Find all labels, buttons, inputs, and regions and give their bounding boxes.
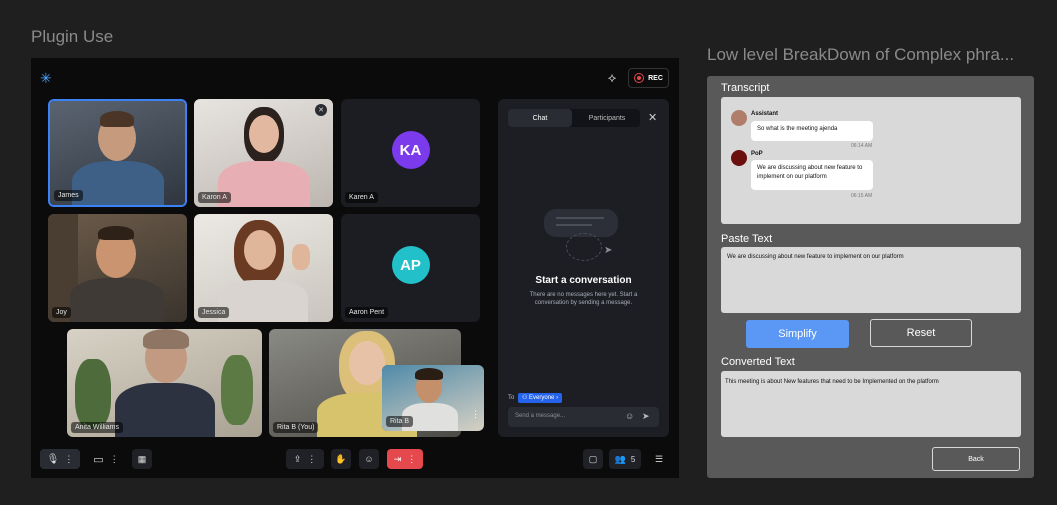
leave-call-button[interactable]: ⇥ ⋮ xyxy=(387,449,423,469)
back-button[interactable]: Back xyxy=(932,447,1020,471)
participant-count: 5 xyxy=(630,454,636,464)
video-tile-anita[interactable]: Anita Williams xyxy=(67,329,262,437)
participant-name: Karon A xyxy=(198,192,231,203)
leave-icon: ⇥ xyxy=(393,453,402,464)
participant-video xyxy=(194,214,333,322)
transcript-box: Assistant So what is the meeting ajenda … xyxy=(721,97,1021,224)
people-icon: 👥 xyxy=(614,453,626,464)
simplifier-panel: Transcript Assistant So what is the meet… xyxy=(707,76,1034,478)
avatar: AP xyxy=(391,246,430,284)
grid-effects-icon: ▦ xyxy=(137,453,147,464)
left-section-title: Plugin Use xyxy=(31,27,114,46)
avatar xyxy=(731,150,747,166)
more-vertical-icon: ⋮ xyxy=(109,453,119,464)
video-tile-jessica[interactable]: Jessica xyxy=(194,214,333,322)
empty-chat-illustration-icon: ➤ xyxy=(544,209,620,261)
participant-name: Aaron Pent xyxy=(345,307,389,318)
participant-name: Rita B (You) xyxy=(273,422,319,433)
menu-button[interactable]: ☰ xyxy=(649,449,669,469)
app-logo-icon: ✳ xyxy=(40,70,52,86)
chevron-right-icon: › xyxy=(554,395,559,401)
more-vertical-icon: ⋮ xyxy=(64,453,74,464)
participant-video xyxy=(67,329,262,437)
video-tile-james[interactable]: James xyxy=(48,99,187,207)
emoji-icon[interactable]: ☺ xyxy=(625,411,634,421)
empty-chat-description: There are no messages here yet. Start a … xyxy=(529,292,638,307)
tab-participants[interactable]: Participants xyxy=(574,109,640,127)
chat-icon: ▢ xyxy=(588,453,598,464)
camera-icon: ▭ xyxy=(93,453,104,466)
background-effects-button[interactable]: ▦ xyxy=(132,449,152,469)
mic-off-icon: 🎙 xyxy=(46,453,60,465)
converted-text-value: This meeting is about New features that … xyxy=(725,379,939,385)
video-tile-aaron[interactable]: AP Aaron Pent xyxy=(341,214,480,322)
reset-button[interactable]: Reset xyxy=(870,319,972,347)
chat-tabs: Chat Participants xyxy=(508,109,640,127)
record-icon xyxy=(634,73,645,83)
empty-chat-title: Start a conversation xyxy=(535,275,632,286)
send-icon[interactable]: ➤ xyxy=(642,411,650,422)
participant-name: Anita Williams xyxy=(71,422,123,433)
right-section-title: Low level BreakDown of Complex phra... xyxy=(707,45,1015,64)
video-tile-karon[interactable]: ✕ Karon A xyxy=(194,99,333,207)
participants-button[interactable]: 👥 5 xyxy=(609,449,641,469)
reactions-button[interactable]: ☺ xyxy=(359,449,379,469)
share-screen-button[interactable]: ⇪ ⋮ xyxy=(286,449,324,469)
video-tile-pip[interactable]: ⋮ Rita B xyxy=(382,365,484,431)
participant-name: Joy xyxy=(52,307,71,318)
people-icon: ⚇ xyxy=(522,395,530,401)
hand-icon: ✋ xyxy=(335,453,347,464)
camera-toggle-button[interactable]: ▭ ⋮ xyxy=(88,449,124,469)
paste-text-value: We are discussing about new feature to i… xyxy=(727,254,904,260)
layout-icon[interactable]: ⟡ xyxy=(604,70,620,86)
participant-name: James xyxy=(54,190,83,201)
more-vertical-icon: ⋮ xyxy=(307,453,317,464)
paste-text-label: Paste Text xyxy=(721,233,773,245)
participant-name: Karen A xyxy=(345,192,378,203)
share-screen-icon: ⇪ xyxy=(293,453,302,464)
converted-text-label: Converted Text xyxy=(721,356,795,368)
avatar xyxy=(731,110,747,126)
more-vertical-icon: ⋮ xyxy=(407,453,417,464)
to-label: To xyxy=(508,395,515,401)
transcript-label: Transcript xyxy=(721,82,770,94)
recipient-dropdown[interactable]: ⚇ Everyone › xyxy=(518,393,563,403)
participant-name: Rita B xyxy=(386,416,414,427)
tab-chat[interactable]: Chat xyxy=(508,109,572,127)
message-input[interactable]: Send a message... ☺ ➤ xyxy=(508,407,659,427)
message-input-placeholder: Send a message... xyxy=(515,413,566,419)
message-sender: PoP xyxy=(751,151,763,157)
message-time: 06:14 AM xyxy=(851,143,873,149)
converted-text-output: This meeting is about New features that … xyxy=(721,371,1021,437)
chat-toggle-button[interactable]: ▢ xyxy=(583,449,603,469)
hamburger-icon: ☰ xyxy=(654,453,664,464)
video-tile-karen[interactable]: KA Karen A xyxy=(341,99,480,207)
simplify-button[interactable]: Simplify xyxy=(746,320,849,348)
record-button[interactable]: REC xyxy=(628,68,669,88)
mic-toggle-button[interactable]: 🎙 ⋮ xyxy=(40,449,80,469)
muted-mic-icon: ✕ xyxy=(315,104,327,116)
participant-video xyxy=(194,99,333,207)
close-icon[interactable]: ✕ xyxy=(648,111,657,124)
message-bubble: So what is the meeting ajenda xyxy=(751,121,873,141)
record-label: REC xyxy=(648,74,663,82)
chat-panel: Chat Participants ✕ ➤ Start a conversati… xyxy=(498,99,669,437)
message-sender: Assistant xyxy=(751,111,779,117)
more-vertical-icon[interactable]: ⋮ xyxy=(471,409,480,420)
message-time: 06:15 AM xyxy=(851,193,873,199)
participant-video xyxy=(48,214,187,322)
paste-text-input[interactable]: We are discussing about new feature to i… xyxy=(721,247,1021,313)
recipient-label: Everyone xyxy=(529,395,555,401)
raise-hand-button[interactable]: ✋ xyxy=(331,449,351,469)
avatar: KA xyxy=(391,131,430,169)
smiley-icon: ☺ xyxy=(364,454,374,464)
video-tile-joy[interactable]: Joy xyxy=(48,214,187,322)
message-bubble: We are discussing about new feature to i… xyxy=(751,160,873,190)
participant-name: Jessica xyxy=(198,307,230,318)
